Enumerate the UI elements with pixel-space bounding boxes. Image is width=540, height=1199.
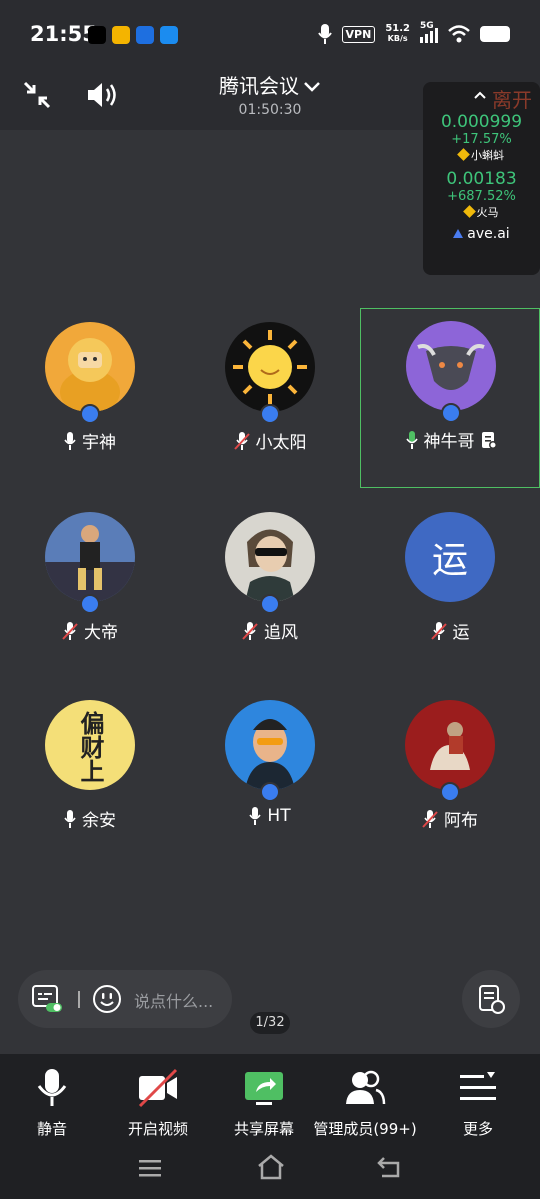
participant-name: 神牛哥 bbox=[423, 432, 475, 452]
x-app-icon bbox=[88, 26, 106, 44]
mic-icon bbox=[64, 809, 76, 828]
notes-button[interactable] bbox=[462, 970, 520, 1028]
status-bar: 21:55 VPN 51.2 KB/s 5G bbox=[0, 0, 540, 70]
participant-name: 大帝 bbox=[84, 623, 118, 643]
mic-muted-icon bbox=[430, 621, 447, 640]
participant-tile-2[interactable]: 小太阳 bbox=[180, 310, 360, 490]
participant-tile-7[interactable]: 偏财上 余安 bbox=[0, 688, 180, 868]
share-screen-button[interactable]: 共享屏幕 bbox=[226, 1066, 302, 1139]
signal-icon: 5G bbox=[420, 21, 438, 43]
document-icon bbox=[481, 431, 497, 449]
user-badge-icon bbox=[260, 404, 280, 424]
notes-icon bbox=[479, 985, 505, 1014]
participant-tile-5[interactable]: 追风 bbox=[180, 500, 360, 680]
participant-name: 追风 bbox=[264, 623, 298, 643]
avatar bbox=[406, 321, 496, 411]
overlay-name-2: 火马 bbox=[476, 206, 499, 219]
battery-icon bbox=[480, 26, 510, 42]
video-label: 开启视频 bbox=[127, 1120, 188, 1138]
mic-icon bbox=[249, 807, 262, 825]
back-icon[interactable] bbox=[376, 1156, 402, 1178]
participant-tile-4[interactable]: 大帝 bbox=[0, 500, 180, 680]
mic-muted-icon bbox=[242, 621, 258, 640]
network-speed: 51.2 KB/s bbox=[385, 23, 410, 44]
home-icon[interactable] bbox=[256, 1154, 286, 1180]
participant-tile-1[interactable]: 宇神 bbox=[0, 310, 180, 490]
divider bbox=[78, 991, 80, 1008]
avatar: 运 bbox=[405, 512, 495, 602]
overlay-partial-text: 离开 bbox=[492, 88, 532, 112]
mute-label: 静音 bbox=[36, 1120, 67, 1138]
more-button[interactable]: 更多 bbox=[450, 1066, 506, 1139]
token-icon bbox=[462, 205, 476, 218]
overlay-source: ave.ai bbox=[467, 226, 510, 242]
mic-status-icon bbox=[317, 24, 332, 44]
microphone-icon bbox=[37, 1069, 67, 1106]
user-badge-icon bbox=[441, 403, 461, 423]
avatar bbox=[45, 512, 135, 602]
chat-input-bar[interactable]: 说点什么... bbox=[18, 970, 232, 1028]
recent-apps-icon[interactable] bbox=[138, 1158, 162, 1178]
system-nav-bar bbox=[0, 1140, 540, 1199]
video-off-icon bbox=[138, 1068, 178, 1108]
mute-button[interactable]: 静音 bbox=[22, 1066, 82, 1139]
avatar bbox=[225, 512, 315, 602]
share-screen-label: 共享屏幕 bbox=[233, 1120, 294, 1138]
participant-name: 宇神 bbox=[82, 433, 116, 453]
participant-name: 余安 bbox=[82, 811, 116, 831]
subtitle-toggle-icon[interactable] bbox=[32, 985, 62, 1013]
user-badge-icon bbox=[260, 594, 280, 614]
avatar bbox=[225, 322, 315, 412]
mail-app-icon bbox=[112, 26, 130, 44]
video-button[interactable]: 开启视频 bbox=[120, 1066, 196, 1139]
user-badge-icon bbox=[80, 594, 100, 614]
ave-logo-icon bbox=[453, 229, 464, 238]
overlay-name-1: 小蝌蚪 bbox=[471, 149, 504, 162]
overlay-change-2: +687.52% bbox=[447, 189, 516, 204]
price-overlay-widget[interactable]: 离开 0.000999 +17.57% 小蝌蚪 0.00183 +687.52%… bbox=[423, 82, 540, 275]
overlay-value-2: 0.00183 bbox=[446, 169, 517, 189]
wifi-icon bbox=[448, 25, 470, 43]
user-badge-icon bbox=[440, 782, 460, 802]
token-icon bbox=[457, 148, 470, 161]
participant-name: 小太阳 bbox=[255, 433, 307, 453]
meeting-app-icon bbox=[160, 26, 178, 44]
app-icon bbox=[136, 26, 154, 44]
chevron-up-icon[interactable] bbox=[473, 90, 487, 100]
participant-tile-8[interactable]: HT bbox=[180, 688, 360, 868]
avatar bbox=[405, 700, 495, 790]
status-time: 21:55 bbox=[30, 22, 97, 46]
mic-active-icon bbox=[405, 430, 418, 449]
participant-name: HT bbox=[267, 806, 291, 826]
overlay-change-1: +17.57% bbox=[451, 132, 512, 147]
page-indicator: 1/32 bbox=[250, 1012, 290, 1034]
participant-name: 运 bbox=[452, 623, 470, 643]
overlay-value-1: 0.000999 bbox=[440, 112, 523, 132]
participant-tile-3[interactable]: 神牛哥 bbox=[360, 308, 540, 488]
chevron-down-icon bbox=[304, 82, 320, 92]
avatar bbox=[225, 700, 315, 790]
mic-icon bbox=[64, 431, 76, 450]
vpn-badge: VPN bbox=[341, 25, 376, 43]
avatar-calligraphy: 偏财上 bbox=[76, 711, 105, 783]
avatar: 偏财上 bbox=[45, 700, 135, 790]
more-menu-icon bbox=[460, 1072, 496, 1100]
more-label: 更多 bbox=[462, 1120, 493, 1138]
participant-tile-6[interactable]: 运 运 bbox=[360, 500, 540, 680]
mic-muted-icon bbox=[62, 621, 78, 640]
user-badge-icon bbox=[260, 782, 280, 802]
user-badge-icon bbox=[80, 404, 100, 424]
mic-muted-icon bbox=[422, 809, 438, 828]
chat-input-placeholder[interactable]: 说点什么... bbox=[134, 988, 213, 1012]
share-screen-icon bbox=[245, 1072, 283, 1105]
mic-muted-icon bbox=[233, 431, 250, 450]
emoji-icon[interactable] bbox=[92, 984, 122, 1014]
participant-name: 阿布 bbox=[444, 811, 478, 831]
avatar-text: 运 bbox=[431, 540, 468, 581]
participant-tile-9[interactable]: 阿布 bbox=[360, 688, 540, 868]
avatar bbox=[45, 322, 135, 412]
manage-members-button[interactable]: 管理成员(99+) bbox=[310, 1066, 420, 1139]
members-icon bbox=[346, 1070, 386, 1105]
manage-members-label: 管理成员(99+) bbox=[313, 1120, 417, 1138]
